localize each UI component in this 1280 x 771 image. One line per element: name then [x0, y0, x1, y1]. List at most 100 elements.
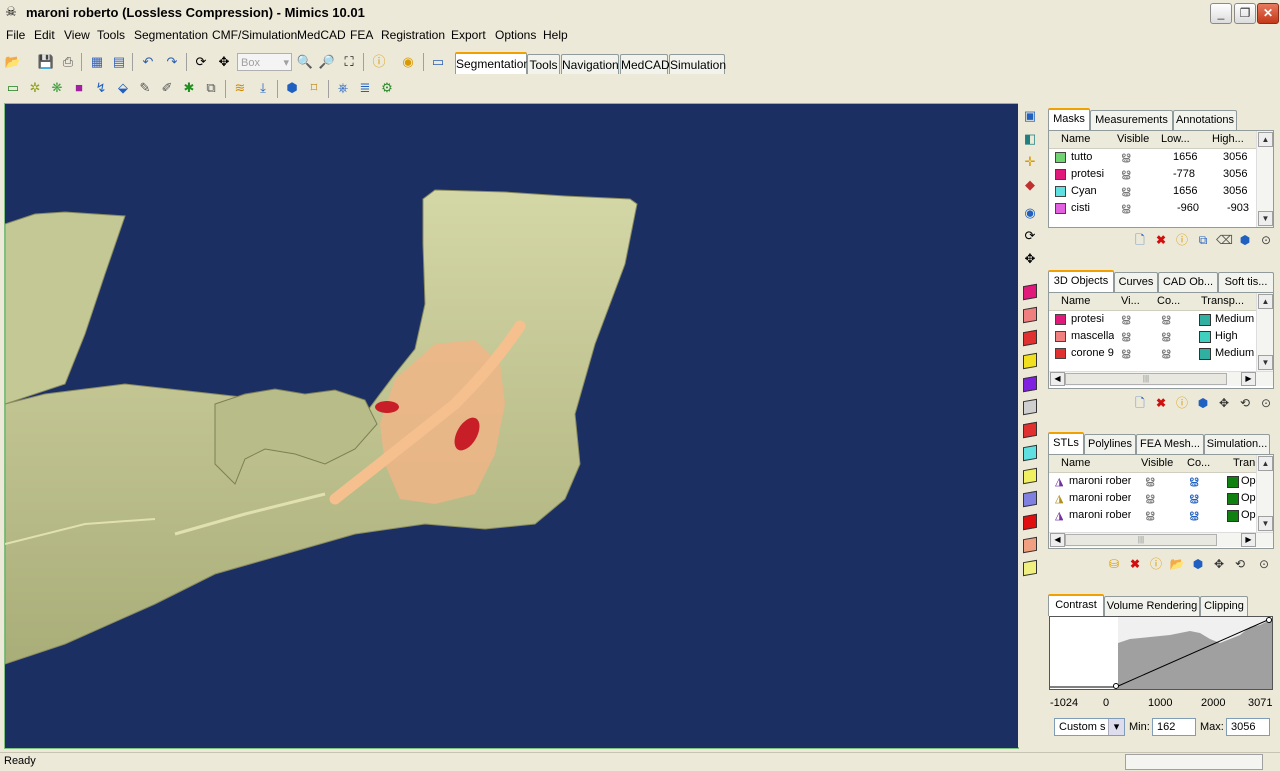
scroll-up-icon[interactable]: ▲ — [1258, 294, 1273, 309]
stl-transparency[interactable]: Op — [1241, 475, 1256, 487]
object-color-swatch[interactable] — [1055, 331, 1066, 342]
contour-icon[interactable]: ൠ — [1189, 475, 1199, 488]
visibility-icon[interactable]: ൠ — [1121, 313, 1131, 326]
visibility-icon[interactable]: ൠ — [1121, 202, 1131, 215]
stl-row[interactable]: ◮ maroni rober ൠ ൠ Op — [1049, 490, 1273, 507]
scroll-down-icon[interactable]: ▼ — [1258, 355, 1273, 370]
region-grow-icon[interactable]: ✲ — [26, 79, 44, 97]
contour-icon[interactable]: ൠ — [1189, 509, 1199, 522]
table-icon[interactable]: ▤ — [110, 53, 128, 71]
delete-icon[interactable]: ✖ — [1153, 232, 1169, 248]
maximize-button[interactable]: ❐ — [1234, 3, 1256, 24]
mask-row[interactable]: protesi ൠ -778 3056 — [1049, 166, 1273, 183]
mask-color-swatch[interactable] — [1055, 186, 1066, 197]
tab-cad-objects[interactable]: CAD Ob... — [1158, 272, 1218, 292]
rotate-icon[interactable]: ⟲ — [1232, 556, 1248, 572]
tab-masks[interactable]: Masks — [1048, 108, 1090, 130]
col-visible[interactable]: Visible — [1141, 457, 1173, 469]
visibility-icon[interactable]: ൠ — [1121, 168, 1131, 181]
eye-icon[interactable]: ◉ — [1021, 204, 1039, 222]
stl-transparency[interactable]: Op — [1241, 509, 1256, 521]
col-name[interactable]: Name — [1061, 133, 1090, 145]
scroll-down-icon[interactable]: ▼ — [1258, 516, 1273, 531]
visibility-icon[interactable]: ൠ — [1145, 475, 1155, 488]
col-transparency[interactable]: Tran — [1233, 457, 1255, 469]
scroll-up-icon[interactable]: ▲ — [1258, 132, 1273, 147]
pan-view-icon[interactable]: ✥ — [1021, 250, 1039, 268]
tab-soft-tissue[interactable]: Soft tis... — [1218, 272, 1274, 292]
col-name[interactable]: Name — [1061, 457, 1090, 469]
mask-icon[interactable]: ■ — [70, 79, 88, 97]
import-icon[interactable]: ⤓ — [254, 79, 272, 97]
object-row[interactable]: corone 9 ൠ ൠ Medium — [1049, 345, 1273, 362]
tab-tools[interactable]: Tools — [527, 54, 560, 74]
object-color-swatch[interactable] — [1023, 444, 1037, 462]
mask-color-swatch[interactable] — [1055, 152, 1066, 163]
new-object-icon[interactable]: 🗋 — [1132, 395, 1148, 411]
box-combo[interactable]: Box ▾ — [237, 53, 292, 71]
scroll-up-icon[interactable]: ▲ — [1258, 456, 1273, 471]
mask-color-swatch[interactable] — [1055, 203, 1066, 214]
object-color-swatch[interactable] — [1023, 329, 1037, 347]
object-color-swatch[interactable] — [1023, 398, 1037, 416]
layers-icon[interactable]: ≋ — [231, 79, 249, 97]
fit-view-icon[interactable]: ⛶ — [340, 53, 358, 71]
move-icon[interactable]: ✥ — [1211, 556, 1227, 572]
object-color-swatch[interactable] — [1023, 467, 1037, 485]
undo-icon[interactable]: ↶ — [139, 53, 157, 71]
object-transparency[interactable]: High — [1215, 330, 1238, 342]
visibility-icon[interactable]: ൠ — [1121, 185, 1131, 198]
objects-vscrollbar[interactable]: ▲ ▼ — [1256, 293, 1273, 371]
object-color-swatch[interactable] — [1055, 348, 1066, 359]
tab-segmentation[interactable]: Segmentation — [455, 52, 530, 74]
col-contour[interactable]: Co... — [1157, 295, 1180, 307]
object-color-swatch[interactable] — [1023, 352, 1037, 370]
object-color-swatch[interactable] — [1023, 513, 1037, 531]
properties-icon[interactable]: ⓘ — [1148, 556, 1164, 572]
tab-3d-objects[interactable]: 3D Objects — [1048, 270, 1114, 292]
stls-vscrollbar[interactable]: ▲ ▼ — [1256, 455, 1273, 532]
pan-icon[interactable]: ✥ — [215, 53, 233, 71]
tab-volume-rendering[interactable]: Volume Rendering — [1104, 596, 1200, 616]
threshold-icon[interactable]: ▭ — [4, 79, 22, 97]
scroll-thumb[interactable]: ||| — [1065, 534, 1217, 546]
tab-fea-mesh[interactable]: FEA Mesh... — [1136, 434, 1204, 454]
tab-measurements[interactable]: Measurements — [1090, 110, 1173, 130]
morphology-icon[interactable]: ↯ — [92, 79, 110, 97]
tab-stls[interactable]: STLs — [1048, 432, 1084, 454]
menu-fea[interactable]: FEA — [350, 28, 373, 42]
3d-viewport[interactable] — [4, 103, 1019, 749]
dynamic-region-icon[interactable]: ❋ — [48, 79, 66, 97]
tab-medcad[interactable]: MedCAD — [620, 54, 670, 74]
object-color-swatch[interactable] — [1023, 283, 1037, 301]
visibility-icon[interactable]: ൠ — [1121, 347, 1131, 360]
panel-menu-icon[interactable]: ⊙ — [1258, 395, 1274, 411]
contour-icon[interactable]: ൠ — [1161, 313, 1171, 326]
delete-icon[interactable]: ✖ — [1153, 395, 1169, 411]
menu-segmentation[interactable]: Segmentation — [134, 28, 208, 42]
col-visible[interactable]: Vi... — [1121, 295, 1140, 307]
edit-mask-icon[interactable]: ✎ — [136, 79, 154, 97]
menu-options[interactable]: Options — [495, 28, 536, 42]
max-handle[interactable] — [1266, 617, 1272, 623]
zoom-icon[interactable]: 🔍 — [296, 53, 314, 71]
histogram[interactable] — [1049, 616, 1273, 690]
tab-navigation[interactable]: Navigation — [561, 54, 619, 74]
color-palette-icon[interactable]: ◆ — [1021, 176, 1039, 194]
object-color-swatch[interactable] — [1023, 306, 1037, 324]
menu-tools[interactable]: Tools — [97, 28, 125, 42]
minimize-button[interactable]: _ — [1210, 3, 1232, 24]
object-color-swatch[interactable] — [1023, 536, 1037, 554]
cube-icon[interactable]: ⬢ — [1195, 395, 1211, 411]
menu-edit[interactable]: Edit — [34, 28, 55, 42]
edit-3d-icon[interactable]: ✐ — [158, 79, 176, 97]
menu-medcad[interactable]: MedCAD — [297, 28, 346, 42]
cube-icon[interactable]: ⬢ — [1190, 556, 1206, 572]
rotate-icon[interactable]: ⟲ — [1237, 395, 1253, 411]
tag-icon[interactable]: ⌑ — [305, 79, 323, 97]
col-contour[interactable]: Co... — [1187, 457, 1210, 469]
tab-clipping[interactable]: Clipping — [1200, 596, 1248, 616]
panel-menu-icon[interactable]: ⊙ — [1256, 556, 1272, 572]
object-row[interactable]: protesi ൠ ൠ Medium — [1049, 311, 1273, 328]
rotate-icon[interactable]: ⟳ — [192, 53, 210, 71]
